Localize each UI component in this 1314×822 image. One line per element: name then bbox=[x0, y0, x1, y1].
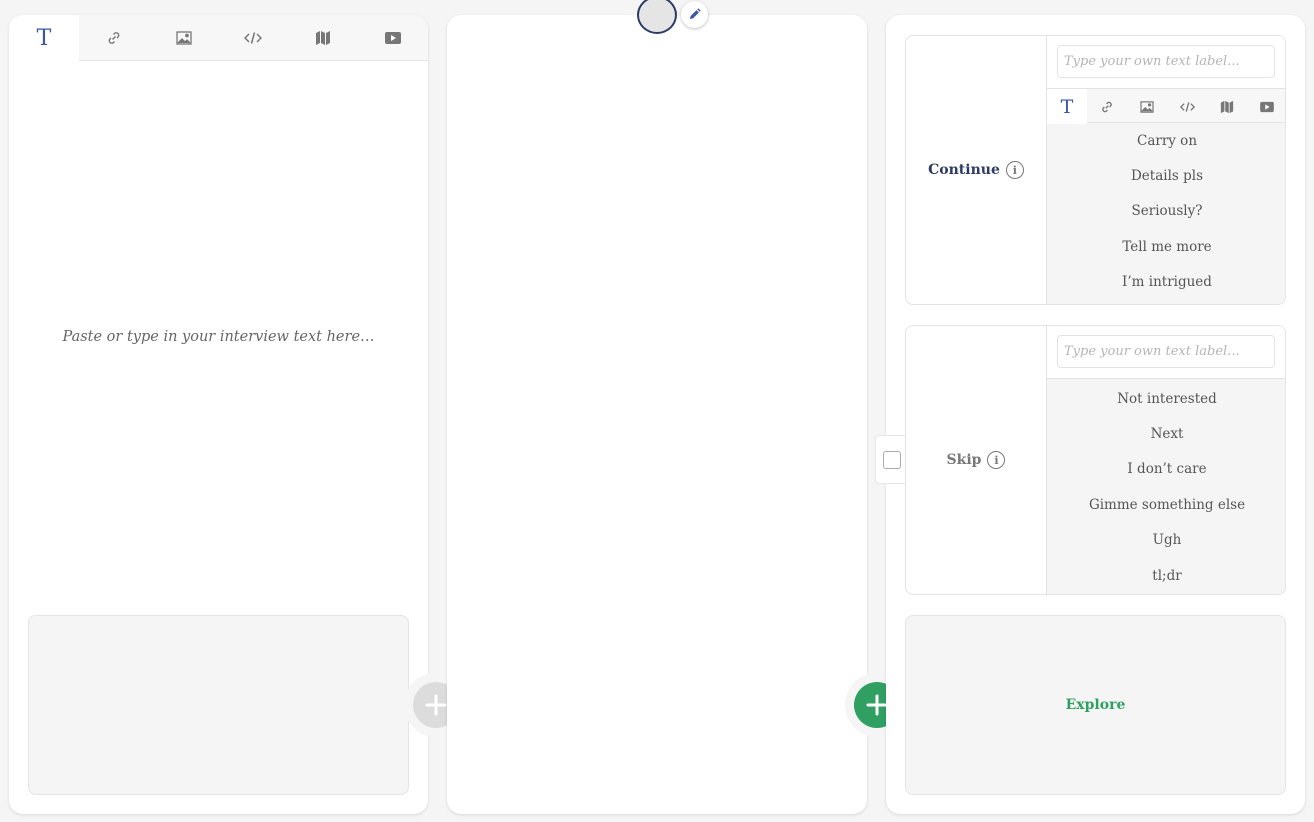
tab-code[interactable] bbox=[1167, 89, 1207, 124]
skip-options-column: Not interested Next I don’t care Gimme s… bbox=[1046, 326, 1285, 594]
continue-option[interactable]: Carry on bbox=[1047, 123, 1285, 158]
continue-label: Continue bbox=[928, 162, 1000, 178]
image-icon bbox=[1140, 100, 1154, 113]
plus-icon bbox=[424, 693, 448, 717]
interview-text-panel: T Paste or type in your interview text h… bbox=[9, 15, 428, 814]
tab-link[interactable] bbox=[1087, 89, 1127, 124]
info-icon[interactable]: i bbox=[987, 451, 1006, 469]
video-icon bbox=[385, 31, 402, 45]
skip-label: Skip bbox=[946, 452, 982, 468]
continue-option[interactable]: Details pls bbox=[1047, 158, 1285, 193]
continue-option[interactable]: I’m intrigued bbox=[1047, 265, 1285, 300]
explore-button[interactable]: Explore bbox=[905, 615, 1286, 795]
continue-type-tabbar: T bbox=[1047, 88, 1285, 124]
map-icon bbox=[315, 30, 331, 46]
responses-panel: Continue i Type your own text label... T… bbox=[875, 15, 1305, 814]
skip-toggle-tab bbox=[875, 435, 907, 484]
tab-image[interactable] bbox=[149, 15, 219, 61]
tab-text[interactable]: T bbox=[9, 15, 79, 62]
link-icon bbox=[1100, 100, 1114, 114]
link-icon bbox=[106, 30, 122, 46]
continue-response-card: Continue i Type your own text label... T… bbox=[905, 35, 1286, 305]
continue-label-input[interactable] bbox=[1057, 45, 1275, 78]
skip-option[interactable]: tl;dr bbox=[1047, 558, 1285, 593]
skip-response-card: Skip i Not interested Next I don’t care … bbox=[905, 325, 1286, 595]
tab-image[interactable] bbox=[1127, 89, 1167, 124]
code-icon bbox=[244, 31, 263, 45]
edit-avatar-button[interactable] bbox=[681, 1, 708, 28]
image-icon bbox=[175, 31, 192, 45]
video-icon bbox=[1260, 101, 1274, 113]
continue-option[interactable]: Tell me more bbox=[1047, 229, 1285, 264]
media-drop-area[interactable] bbox=[28, 615, 409, 795]
tab-link[interactable] bbox=[79, 15, 149, 61]
tab-map[interactable] bbox=[288, 15, 358, 61]
tab-video[interactable] bbox=[358, 15, 428, 61]
skip-option[interactable]: Next bbox=[1047, 416, 1285, 451]
text-icon: T bbox=[1060, 95, 1074, 118]
skip-option-list: Not interested Next I don’t care Gimme s… bbox=[1047, 378, 1285, 593]
skip-option[interactable]: Gimme something else bbox=[1047, 487, 1285, 522]
skip-label-input-wrap bbox=[1047, 326, 1285, 378]
content-type-tabbar: T bbox=[9, 15, 428, 62]
skip-option[interactable]: Not interested bbox=[1047, 381, 1285, 416]
continue-options-column: Type your own text label... T Carry on D… bbox=[1046, 36, 1285, 304]
map-icon bbox=[1220, 100, 1234, 114]
interview-text-placeholder[interactable]: Paste or type in your interview text her… bbox=[9, 329, 428, 345]
preview-panel bbox=[447, 15, 867, 814]
pencil-icon bbox=[688, 8, 701, 21]
continue-option-list: Carry on Details pls Seriously? Tell me … bbox=[1047, 123, 1285, 300]
skip-enable-checkbox[interactable] bbox=[882, 450, 901, 469]
continue-label-wrap: Continue i bbox=[906, 36, 1046, 304]
continue-option[interactable]: Seriously? bbox=[1047, 194, 1285, 229]
code-icon bbox=[1179, 101, 1195, 113]
text-icon: T bbox=[36, 26, 52, 51]
skip-option[interactable]: I don’t care bbox=[1047, 452, 1285, 487]
continue-label-input-wrap bbox=[1047, 36, 1285, 88]
info-icon[interactable]: i bbox=[1005, 161, 1024, 179]
tab-map[interactable] bbox=[1207, 89, 1247, 124]
tab-video[interactable] bbox=[1247, 89, 1285, 124]
skip-option[interactable]: Ugh bbox=[1047, 523, 1285, 558]
tab-code[interactable] bbox=[218, 15, 288, 61]
skip-label-input[interactable] bbox=[1057, 335, 1275, 368]
tab-text[interactable]: T bbox=[1047, 89, 1087, 124]
skip-label-wrap: Skip i bbox=[906, 326, 1046, 594]
